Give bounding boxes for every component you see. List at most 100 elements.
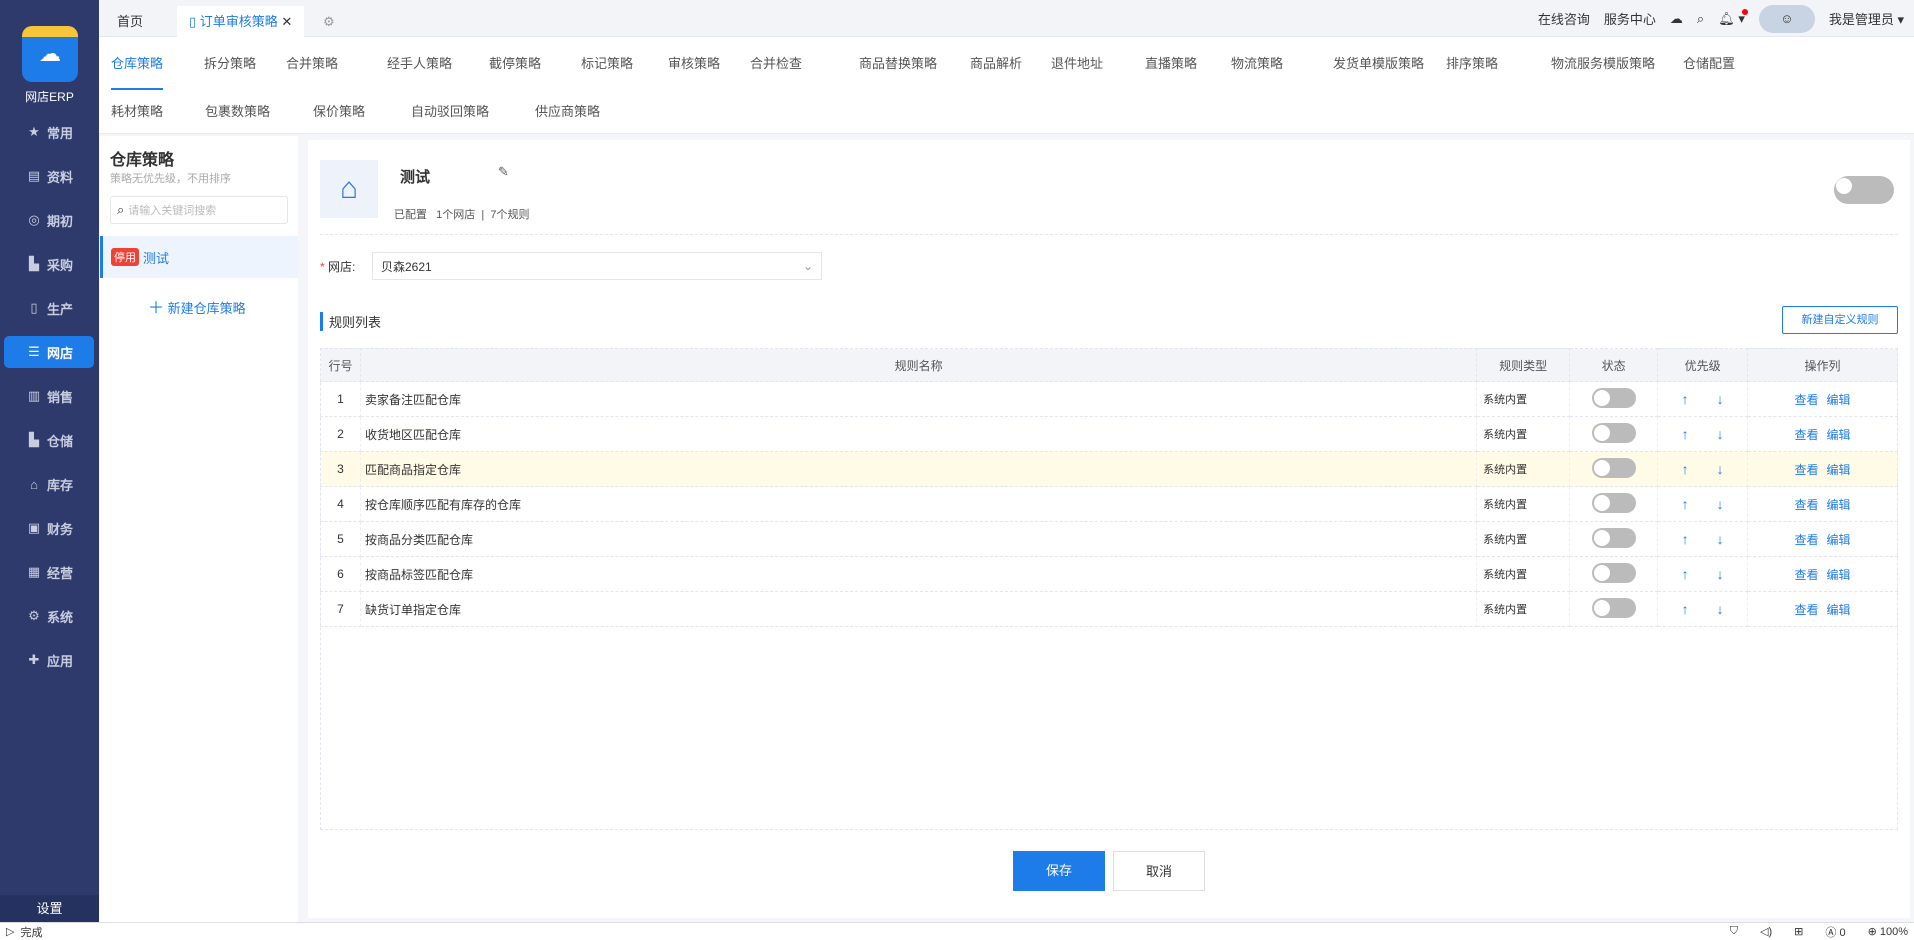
view-link[interactable]: 查看 bbox=[1795, 463, 1819, 477]
service-center-link[interactable]: 服务中心 bbox=[1604, 9, 1656, 28]
table-row[interactable]: 5 按商品分类匹配仓库 系统内置 ↑ ↓ 查看 编辑 bbox=[320, 521, 1898, 557]
arrow-down-icon[interactable]: ↓ bbox=[1717, 601, 1724, 617]
nav-item-12[interactable]: ✚ 应用 bbox=[4, 644, 94, 676]
adblock-icon[interactable]: Ⓐ 0 bbox=[1825, 924, 1845, 940]
table-row[interactable]: 7 缺货订单指定仓库 系统内置 ↑ ↓ 查看 编辑 bbox=[320, 591, 1898, 627]
subnav-tab[interactable]: 合并检查 bbox=[750, 53, 802, 72]
table-row[interactable]: 6 按商品标签匹配仓库 系统内置 ↑ ↓ 查看 编辑 bbox=[320, 556, 1898, 592]
view-link[interactable]: 查看 bbox=[1795, 393, 1819, 407]
arrow-up-icon[interactable]: ↑ bbox=[1682, 496, 1689, 512]
rule-status-toggle[interactable] bbox=[1591, 562, 1636, 583]
table-row[interactable]: 3 匹配商品指定仓库 系统内置 ↑ ↓ 查看 编辑 bbox=[320, 451, 1898, 487]
table-row[interactable]: 1 卖家备注匹配仓库 系统内置 ↑ ↓ 查看 编辑 bbox=[320, 381, 1898, 417]
cancel-button[interactable]: 取消 bbox=[1113, 851, 1205, 891]
subnav-tab[interactable]: 直播策略 bbox=[1145, 53, 1197, 72]
nav-item-4[interactable]: ▯ 生产 bbox=[4, 292, 94, 324]
view-link[interactable]: 查看 bbox=[1795, 428, 1819, 442]
strategy-item[interactable]: 停用 测试 bbox=[100, 236, 298, 278]
subnav-tab[interactable]: 商品解析 bbox=[970, 53, 1022, 72]
edit-link[interactable]: 编辑 bbox=[1827, 603, 1851, 617]
nav-item-7[interactable]: ▙ 仓储 bbox=[4, 424, 94, 456]
edit-link[interactable]: 编辑 bbox=[1827, 428, 1851, 442]
arrow-down-icon[interactable]: ↓ bbox=[1717, 566, 1724, 582]
arrow-up-icon[interactable]: ↑ bbox=[1682, 566, 1689, 582]
edit-link[interactable]: 编辑 bbox=[1827, 568, 1851, 582]
subnav-tab[interactable]: 供应商策略 bbox=[535, 101, 600, 120]
nav-item-1[interactable]: ▤ 资料 bbox=[4, 160, 94, 192]
view-link[interactable]: 查看 bbox=[1795, 533, 1819, 547]
strategy-enable-toggle[interactable] bbox=[1834, 176, 1894, 204]
edit-link[interactable]: 编辑 bbox=[1827, 463, 1851, 477]
arrow-up-icon[interactable]: ↑ bbox=[1682, 461, 1689, 477]
subnav-tab[interactable]: 截停策略 bbox=[489, 53, 541, 72]
close-icon[interactable]: ✕ bbox=[281, 14, 292, 29]
new-custom-rule-button[interactable]: 新建自定义规则 bbox=[1782, 306, 1898, 334]
subnav-tab[interactable]: 仓库策略 bbox=[111, 53, 164, 90]
edit-link[interactable]: 编辑 bbox=[1827, 498, 1851, 512]
zoom-control[interactable]: ⊕ 100% bbox=[1868, 925, 1908, 938]
expand-icon[interactable]: ▷ bbox=[6, 925, 14, 938]
nav-item-11[interactable]: ⚙ 系统 bbox=[4, 600, 94, 632]
edit-link[interactable]: 编辑 bbox=[1827, 533, 1851, 547]
subnav-tab[interactable]: 发货单模版策略 bbox=[1333, 53, 1424, 72]
save-button[interactable]: 保存 bbox=[1013, 851, 1105, 891]
rule-status-toggle[interactable] bbox=[1591, 527, 1636, 548]
subnav-tab[interactable]: 标记策略 bbox=[581, 53, 633, 72]
nav-item-8[interactable]: ⌂ 库存 bbox=[4, 468, 94, 500]
subnav-tab[interactable]: 包裹数策略 bbox=[205, 101, 270, 120]
arrow-up-icon[interactable]: ↑ bbox=[1682, 391, 1689, 407]
tab-home[interactable]: 首页 bbox=[105, 6, 155, 37]
rule-status-toggle[interactable] bbox=[1591, 457, 1636, 478]
shop-select[interactable]: 贝森2621 ⌄ bbox=[372, 252, 822, 280]
settings-button[interactable]: 设置 bbox=[0, 895, 99, 922]
search-input[interactable]: ⌕ 请输入关键词搜索 bbox=[110, 196, 288, 224]
nav-item-5[interactable]: ☰ 网店 bbox=[4, 336, 94, 368]
cloud-icon[interactable]: ☁ bbox=[1670, 11, 1683, 27]
nav-item-6[interactable]: ▥ 销售 bbox=[4, 380, 94, 412]
subnav-tab[interactable]: 仓储配置 bbox=[1683, 53, 1735, 72]
view-link[interactable]: 查看 bbox=[1795, 568, 1819, 582]
table-row[interactable]: 2 收货地区匹配仓库 系统内置 ↑ ↓ 查看 编辑 bbox=[320, 416, 1898, 452]
speaker-icon[interactable]: ◁) bbox=[1760, 925, 1772, 938]
online-consult-link[interactable]: 在线咨询 bbox=[1538, 9, 1590, 28]
avatar[interactable]: ☺ bbox=[1758, 4, 1815, 33]
arrow-down-icon[interactable]: ↓ bbox=[1717, 391, 1724, 407]
subnav-tab[interactable]: 审核策略 bbox=[668, 53, 720, 72]
subnav-tab[interactable]: 经手人策略 bbox=[387, 53, 452, 72]
subnav-tab[interactable]: 物流策略 bbox=[1231, 53, 1283, 72]
subnav-tab[interactable]: 保价策略 bbox=[313, 101, 365, 120]
nav-item-3[interactable]: ▙ 采购 bbox=[4, 248, 94, 280]
rule-status-toggle[interactable] bbox=[1591, 492, 1636, 513]
subnav-tab[interactable]: 商品替换策略 bbox=[859, 53, 937, 72]
arrow-down-icon[interactable]: ↓ bbox=[1717, 426, 1724, 442]
edit-link[interactable]: 编辑 bbox=[1827, 393, 1851, 407]
nav-item-0[interactable]: ★ 常用 bbox=[4, 116, 94, 148]
nav-item-2[interactable]: ◎ 期初 bbox=[4, 204, 94, 236]
nav-item-10[interactable]: ▦ 经营 bbox=[4, 556, 94, 588]
arrow-up-icon[interactable]: ↑ bbox=[1682, 601, 1689, 617]
user-menu[interactable]: 我是管理员 ▾ bbox=[1829, 9, 1904, 28]
rule-status-toggle[interactable] bbox=[1591, 597, 1636, 618]
arrow-up-icon[interactable]: ↑ bbox=[1682, 531, 1689, 547]
gear-icon[interactable]: ⚙ bbox=[311, 6, 347, 37]
subnav-tab[interactable]: 合并策略 bbox=[286, 53, 338, 72]
table-row[interactable]: 4 按仓库顺序匹配有库存的仓库 系统内置 ↑ ↓ 查看 编辑 bbox=[320, 486, 1898, 522]
arrow-up-icon[interactable]: ↑ bbox=[1682, 426, 1689, 442]
tab-order-audit[interactable]: ▯ 订单审核策略 ✕ bbox=[177, 6, 305, 37]
subnav-tab[interactable]: 退件地址 bbox=[1051, 53, 1103, 72]
nav-item-9[interactable]: ▣ 财务 bbox=[4, 512, 94, 544]
subnav-tab[interactable]: 物流服务模版策略 bbox=[1551, 53, 1655, 72]
subnav-tab[interactable]: 排序策略 bbox=[1446, 53, 1498, 72]
bell-icon[interactable]: 🔔︎ ▾ bbox=[1718, 8, 1748, 27]
arrow-down-icon[interactable]: ↓ bbox=[1717, 461, 1724, 477]
rule-status-toggle[interactable] bbox=[1591, 422, 1636, 443]
view-link[interactable]: 查看 bbox=[1795, 603, 1819, 617]
subnav-tab[interactable]: 自动驳回策略 bbox=[411, 101, 489, 120]
arrow-down-icon[interactable]: ↓ bbox=[1717, 531, 1724, 547]
edit-name-icon[interactable]: ✎ bbox=[498, 164, 509, 180]
view-link[interactable]: 查看 bbox=[1795, 498, 1819, 512]
rule-status-toggle[interactable] bbox=[1591, 387, 1636, 408]
subnav-tab[interactable]: 拆分策略 bbox=[204, 53, 256, 72]
medkit-icon[interactable]: ⊞ bbox=[1794, 925, 1803, 938]
arrow-down-icon[interactable]: ↓ bbox=[1717, 496, 1724, 512]
